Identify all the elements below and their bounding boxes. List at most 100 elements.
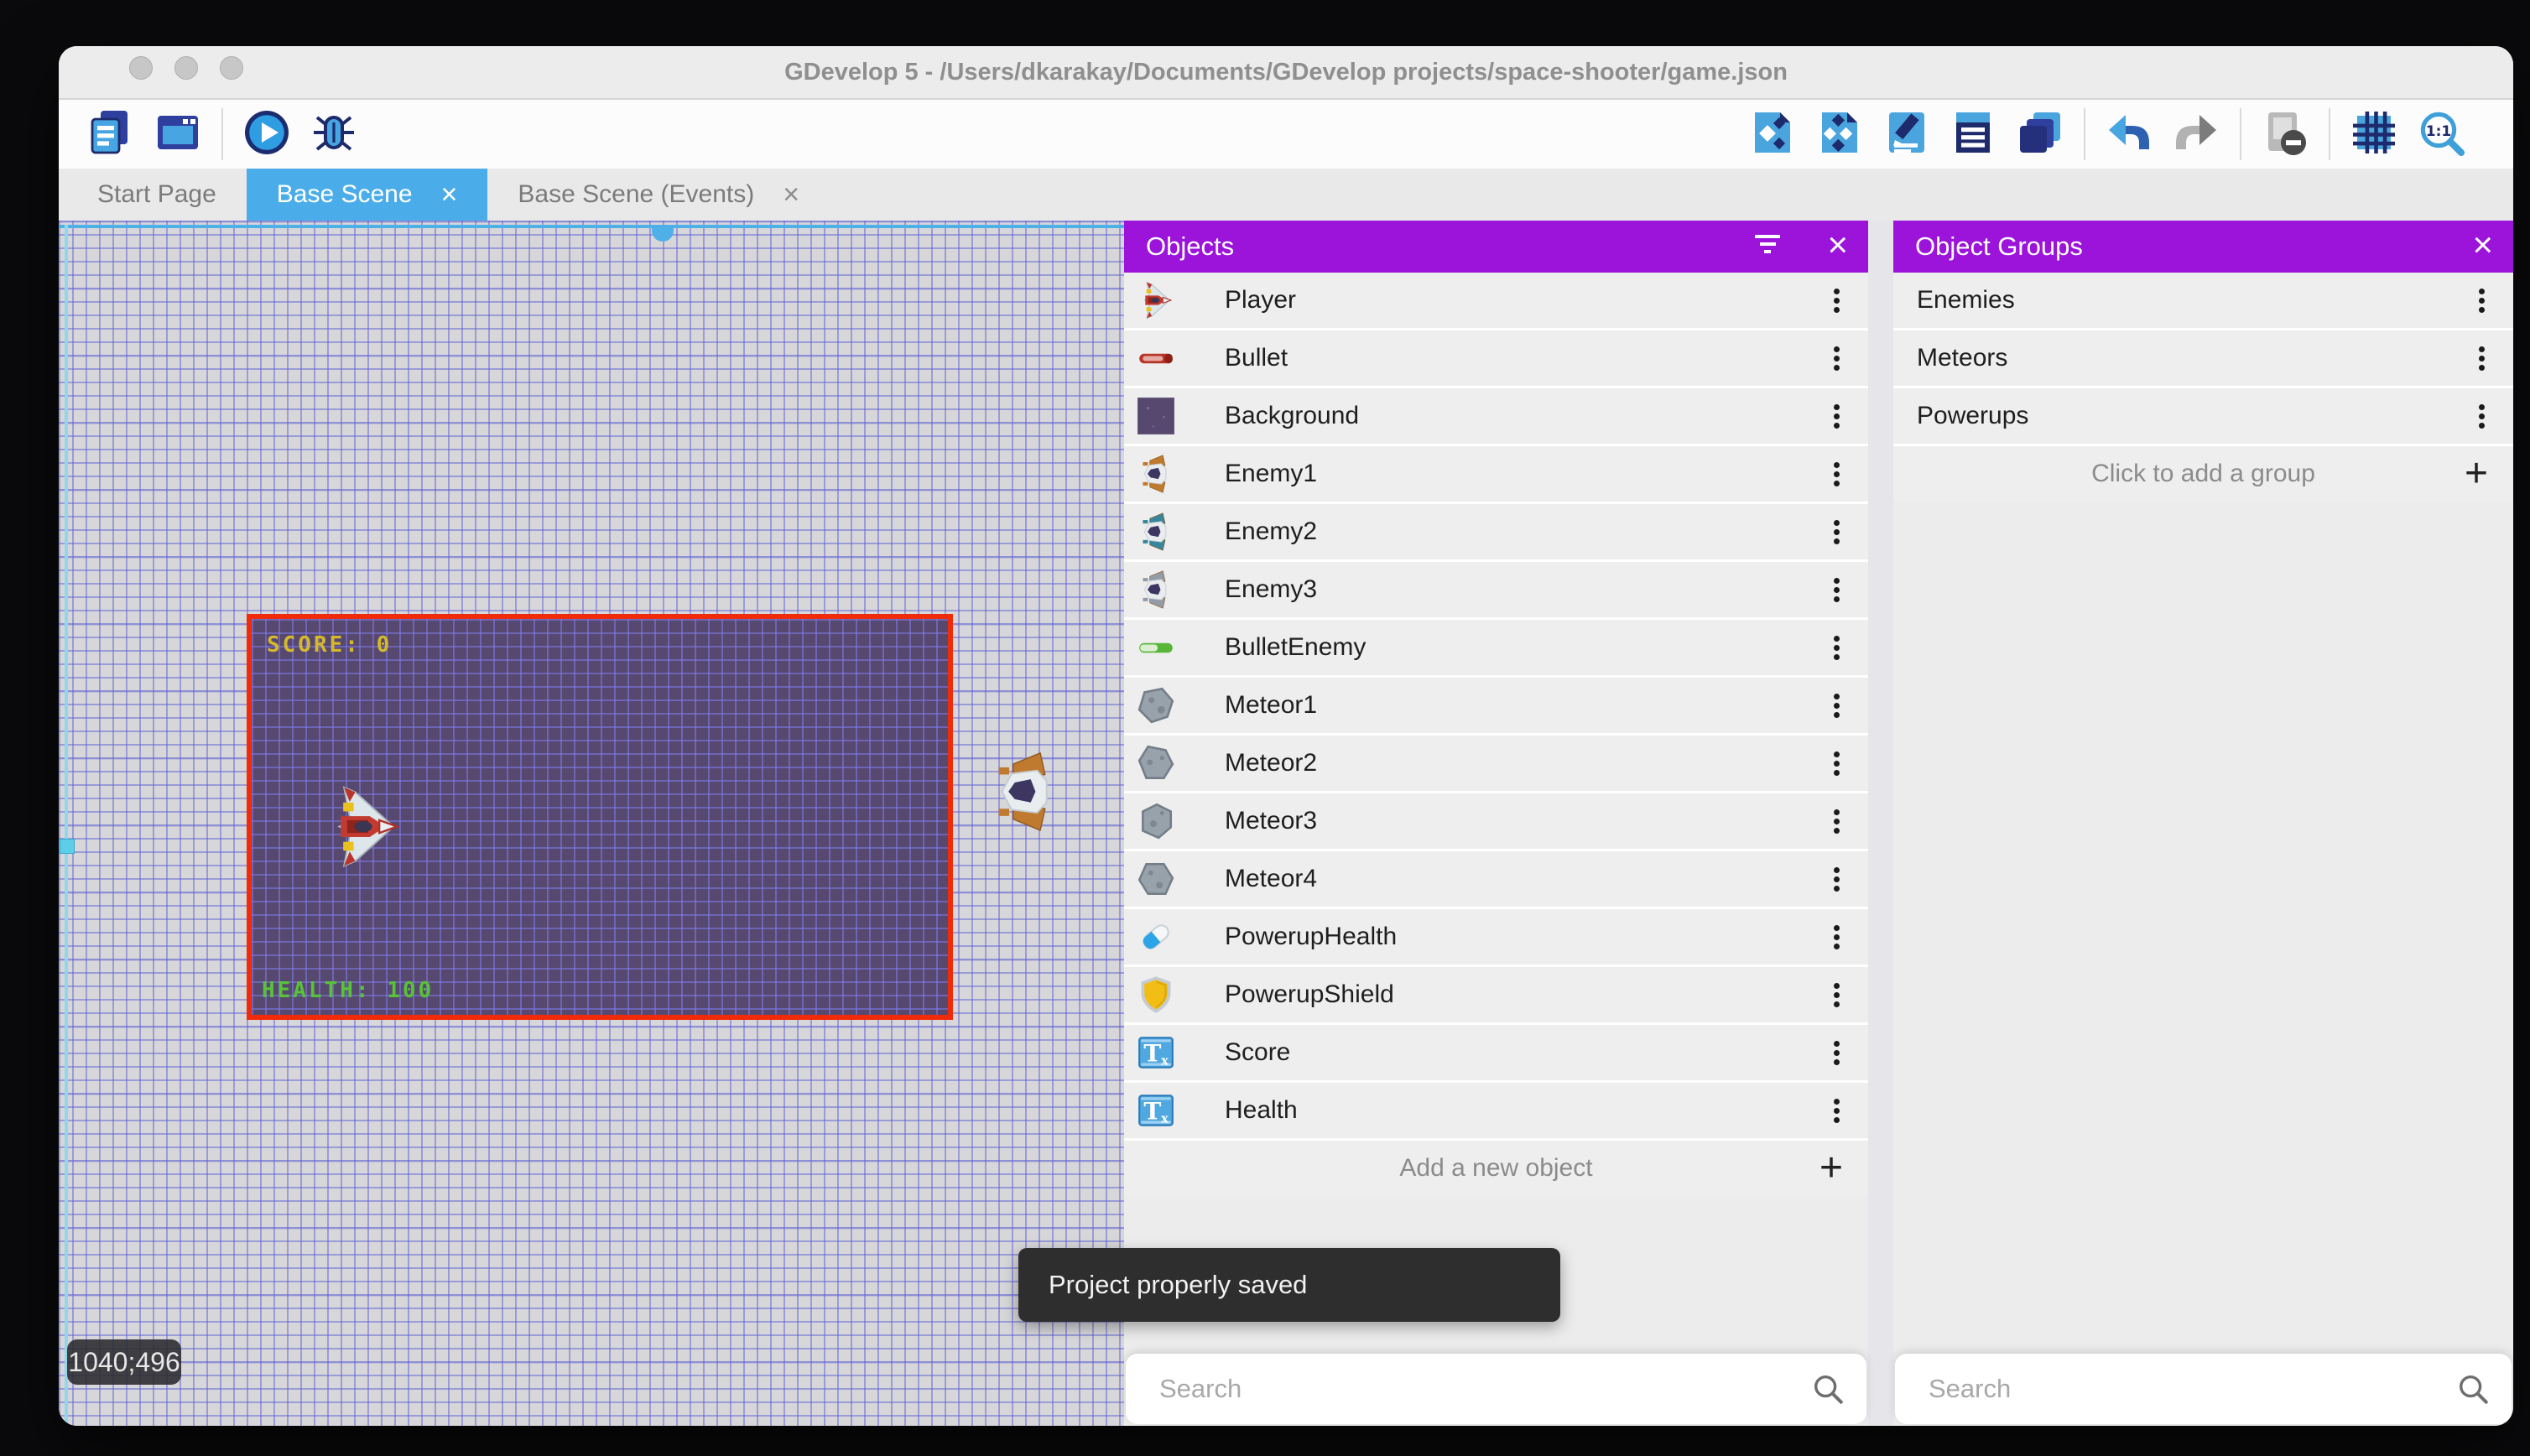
item-menu-button[interactable]	[1830, 745, 1843, 783]
filter-icon[interactable]	[1754, 235, 1781, 258]
objects-panel-button[interactable]	[1747, 110, 1796, 159]
preview-window-icon	[154, 109, 201, 160]
tab-start-page[interactable]: Start Page	[67, 169, 247, 221]
enemy-orange-icon	[1136, 454, 1176, 494]
toolbar-separator	[2329, 108, 2330, 160]
object-row[interactable]: Enemy3	[1124, 562, 1868, 620]
object-row[interactable]: Player	[1124, 273, 1868, 330]
item-menu-button[interactable]	[1830, 282, 1843, 320]
zoom-1-1-button[interactable]: 1:1	[2417, 110, 2465, 159]
object-row[interactable]: PowerupHealth	[1124, 909, 1868, 967]
powerup-health-icon	[1136, 917, 1176, 957]
object-groups-panel-icon	[1815, 109, 1862, 160]
item-menu-button[interactable]	[1830, 687, 1843, 725]
objects-search-bar	[1126, 1354, 1866, 1424]
item-menu-button[interactable]	[1830, 1034, 1843, 1072]
item-menu-button[interactable]	[1830, 1092, 1843, 1130]
object-groups-panel-header: Object Groups ×	[1893, 221, 2513, 273]
grid-button[interactable]	[2350, 110, 2398, 159]
object-row[interactable]: Meteor2	[1124, 736, 1868, 793]
object-row[interactable]: Enemy1	[1124, 446, 1868, 504]
item-menu-button[interactable]	[1830, 918, 1843, 956]
redo-button[interactable]	[2172, 110, 2220, 159]
item-menu-button[interactable]	[1830, 513, 1843, 551]
project-manager-button[interactable]	[86, 110, 135, 159]
objects-panel-close-icon[interactable]: ×	[1827, 221, 1848, 273]
object-row[interactable]: Meteor1	[1124, 678, 1868, 736]
score-text-instance[interactable]: SCORE: 0	[267, 632, 392, 658]
debug-icon	[310, 109, 357, 160]
object-row[interactable]: Meteor3	[1124, 793, 1868, 851]
window-mask-button[interactable]	[2261, 110, 2309, 159]
toolbar-separator	[2084, 108, 2085, 160]
player-ship-instance[interactable]	[328, 783, 400, 871]
objects-panel-icon	[1748, 109, 1795, 160]
item-menu-button[interactable]	[2475, 398, 2488, 435]
tab-close-icon[interactable]: ×	[441, 180, 458, 209]
object-row[interactable]: Background	[1124, 388, 1868, 446]
tab-bar: Start PageBase Scene×Base Scene (Events)…	[59, 169, 2513, 221]
tab-label: Start Page	[97, 180, 216, 209]
svg-text:T: T	[1143, 1097, 1161, 1125]
properties-panel-button[interactable]	[1882, 110, 1930, 159]
health-text-instance[interactable]: HEALTH: 100	[262, 978, 434, 1003]
item-menu-button[interactable]	[2475, 282, 2488, 320]
group-row[interactable]: Powerups	[1893, 388, 2513, 446]
toolbar-separator	[221, 108, 223, 160]
tab-base-scene[interactable]: Base Scene ×	[247, 169, 488, 221]
object-groups-panel-title: Object Groups	[1893, 231, 2083, 262]
item-menu-button[interactable]	[1830, 861, 1843, 898]
objects-panel: Objects × PlayerBulletBackgroundEnemy1En…	[1124, 221, 1868, 1426]
selection-top-handle[interactable]	[652, 228, 674, 242]
tab-close-icon[interactable]: ×	[783, 180, 799, 209]
svg-text:T: T	[1143, 1039, 1161, 1067]
object-row[interactable]: Bullet	[1124, 330, 1868, 388]
object-row[interactable]: TxScore	[1124, 1025, 1868, 1083]
groups-search-input[interactable]	[1895, 1373, 2438, 1405]
layers-panel-button[interactable]	[2016, 110, 2064, 159]
instances-list-button[interactable]	[1949, 110, 1997, 159]
game-window-bounds: SCORE: 0 HEALTH: 100	[247, 614, 953, 1020]
object-row[interactable]: Enemy2	[1124, 504, 1868, 562]
group-row[interactable]: Meteors	[1893, 330, 2513, 388]
object-row[interactable]: BulletEnemy	[1124, 620, 1868, 678]
window-title: GDevelop 5 - /Users/dkarakay/Documents/G…	[59, 46, 2513, 98]
item-menu-button[interactable]	[1830, 976, 1843, 1014]
redo-icon	[2173, 109, 2220, 160]
item-menu-button[interactable]	[2475, 340, 2488, 377]
object-row[interactable]: TxHealth	[1124, 1083, 1868, 1141]
group-row[interactable]: Enemies	[1893, 273, 2513, 330]
object-name: Meteor2	[1225, 749, 1317, 777]
tab-label: Base Scene	[277, 180, 413, 209]
item-menu-button[interactable]	[1830, 340, 1843, 377]
preview-window-button[interactable]	[154, 110, 202, 159]
object-groups-panel-close-icon[interactable]: ×	[2472, 221, 2493, 273]
object-name: BulletEnemy	[1225, 633, 1366, 662]
object-name: Player	[1225, 286, 1296, 315]
object-row[interactable]: Meteor4	[1124, 851, 1868, 909]
object-groups-panel-button[interactable]	[1814, 110, 1863, 159]
item-menu-button[interactable]	[1830, 629, 1843, 667]
object-name: Meteor1	[1225, 691, 1317, 720]
objects-search-input[interactable]	[1126, 1373, 1793, 1405]
play-preview-button[interactable]	[242, 110, 291, 159]
item-menu-button[interactable]	[1830, 571, 1843, 609]
properties-panel-icon	[1882, 109, 1929, 160]
tab-base-scene-events[interactable]: Base Scene (Events) ×	[487, 169, 830, 221]
debug-button[interactable]	[310, 110, 358, 159]
object-name: PowerupHealth	[1225, 923, 1397, 951]
undo-button[interactable]	[2105, 110, 2153, 159]
toolbar: 1:1	[59, 100, 2513, 169]
item-menu-button[interactable]	[1830, 398, 1843, 435]
scene-canvas[interactable]: SCORE: 0 HEALTH: 100 1040;496	[59, 221, 1124, 1426]
plus-icon: +	[2465, 454, 2488, 494]
item-menu-button[interactable]	[1830, 455, 1843, 493]
add-object-button[interactable]: Add a new object +	[1124, 1141, 1868, 1196]
object-row[interactable]: PowerupShield	[1124, 967, 1868, 1025]
tab-label: Base Scene (Events)	[518, 180, 754, 209]
item-menu-button[interactable]	[1830, 803, 1843, 840]
enemy-ship-instance[interactable]	[994, 750, 1058, 834]
toast-message: Project properly saved	[1018, 1270, 1307, 1300]
add-group-button[interactable]: Click to add a group +	[1893, 446, 2513, 502]
selection-resize-handle[interactable]	[60, 839, 75, 854]
